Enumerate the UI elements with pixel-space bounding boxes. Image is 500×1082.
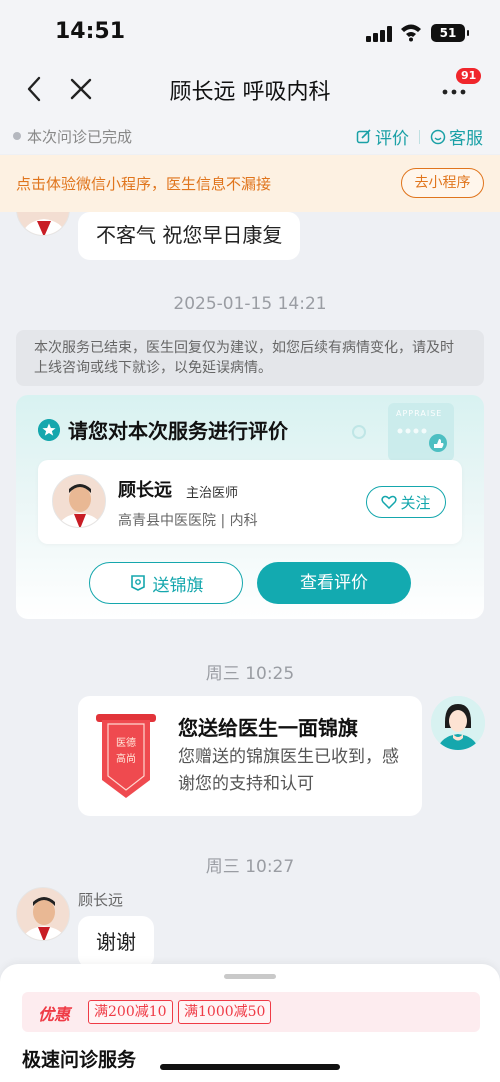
- doctor-avatar[interactable]: [16, 212, 70, 236]
- star-icon: [38, 418, 60, 441]
- message-timestamp: 周三 10:27: [205, 857, 295, 877]
- home-indicator[interactable]: [160, 1064, 340, 1070]
- evaluation-title: 请您对本次服务进行评价: [68, 419, 288, 443]
- smile-icon: [430, 129, 446, 144]
- send-banner-label: 送锦旗: [152, 575, 204, 596]
- drag-handle[interactable]: [224, 974, 276, 979]
- heart-plus-icon: [381, 495, 398, 509]
- doctor-card[interactable]: 顾长远 主治医师 高青县中医医院 | 内科 关注: [38, 460, 462, 544]
- follow-label: 关注: [400, 493, 431, 512]
- coupon-tag: 满200减10: [88, 1000, 173, 1024]
- message-timestamp: 2025-01-15 14:21: [173, 294, 327, 314]
- banner-text: 点击体验微信小程序，医生信息不漏接: [16, 175, 272, 193]
- banner-gift-card[interactable]: 医德 高尚 您送给医生一面锦旗 您赠送的锦旗医生已收到，感谢您的支持和认可: [78, 696, 422, 816]
- chat-bubble-decoration-icon: [352, 425, 366, 439]
- consult-status: 本次问诊已完成: [27, 128, 133, 146]
- banner-icon: [130, 575, 145, 591]
- mini-program-banner: 点击体验微信小程序，医生信息不漏接 去小程序: [0, 155, 500, 212]
- follow-button[interactable]: 关注: [366, 486, 446, 518]
- status-time: 14:51: [55, 19, 126, 44]
- doctor-message: 谢谢: [78, 916, 154, 968]
- banner-flag-text-2: 高尚: [116, 752, 136, 765]
- open-mini-program-button[interactable]: 去小程序: [401, 168, 484, 198]
- evaluation-card: APPRAISE 请您对本次服务进行评价 顾长远 主治医师 高青县中医医院 | …: [16, 395, 484, 619]
- doctor-title: 主治医师: [186, 486, 239, 501]
- send-banner-button[interactable]: 送锦旗: [89, 562, 243, 604]
- doctor-message: 不客气 祝您早日康复: [78, 212, 301, 260]
- notification-badge: 91: [456, 68, 482, 84]
- status-bar: 14:51 51: [0, 0, 500, 62]
- nav-bar: 顾长远 呼吸内科: [0, 62, 500, 118]
- banner-flag-text-1: 医德: [116, 736, 136, 749]
- page-title: 顾长远 呼吸内科: [169, 80, 331, 105]
- banner-flag-icon: 医德 高尚: [96, 714, 156, 798]
- edit-icon: [356, 128, 371, 143]
- doctor-avatar: [52, 474, 106, 528]
- message-timestamp: 周三 10:25: [205, 664, 295, 684]
- battery-icon: 51: [431, 24, 469, 42]
- doctor-avatar[interactable]: [16, 887, 70, 941]
- sender-name: 顾长远: [78, 891, 124, 909]
- coupon-tag: 满1000减50: [178, 1000, 272, 1024]
- status-dot: [13, 132, 21, 140]
- promo-strip[interactable]: 优惠 满200减10 满1000减50: [22, 992, 480, 1032]
- appraise-caption: APPRAISE: [396, 409, 443, 418]
- signal-icon: [366, 26, 392, 42]
- doctor-name: 顾长远: [118, 480, 172, 501]
- promo-label: 优惠: [38, 1005, 71, 1024]
- chat-area[interactable]: 不客气 祝您早日康复 2025-01-15 14:21 本次服务已结束，医生回复…: [0, 212, 500, 972]
- divider: [419, 130, 420, 144]
- customer-service-label: 客服: [449, 129, 483, 149]
- evaluate-label: 评价: [375, 129, 409, 149]
- view-evaluation-button[interactable]: 查看评价: [257, 562, 411, 604]
- appraise-illustration: APPRAISE: [388, 403, 454, 461]
- customer-service-button[interactable]: 客服: [430, 124, 483, 149]
- wifi-icon: [401, 24, 421, 42]
- evaluation-header: 请您对本次服务进行评价: [38, 415, 288, 444]
- banner-card-title: 您送给医生一面锦旗: [178, 716, 358, 740]
- banner-card-description: 您赠送的锦旗医生已收到，感谢您的支持和认可: [178, 747, 399, 794]
- doctor-hospital: 高青县中医医院 | 内科: [118, 513, 258, 529]
- patient-avatar[interactable]: [431, 696, 485, 750]
- sheet-title: 极速问诊服务: [22, 1049, 137, 1071]
- evaluate-button[interactable]: 评价: [356, 124, 409, 149]
- system-notice: 本次服务已结束，医生回复仅为建议，如您后续有病情变化，请及时上线咨询或线下就诊，…: [16, 330, 484, 386]
- consult-status-row: 本次问诊已完成 评价 客服: [0, 118, 500, 154]
